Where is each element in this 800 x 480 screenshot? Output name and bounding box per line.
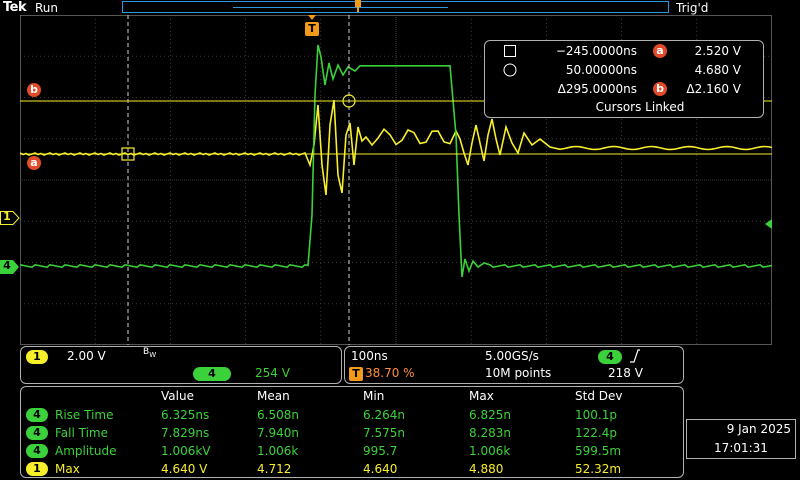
trigger-position[interactable]: 38.70 % [365,366,415,380]
meas-row-1-mean: 7.940n [257,426,299,440]
meas-row-0-min: 6.264n [363,408,405,422]
meas-row-3-min: 4.640 [363,462,398,476]
trigger-position-marker[interactable]: T [304,15,320,37]
meas-row-1-value: 7.829ns [161,426,210,440]
cursor-a-volt: 2.520 V [694,44,741,58]
meas-row-1-std: 122.4p [575,426,617,440]
trigger-t-label: T [308,22,316,35]
ch1-scale[interactable]: 2.00 V [67,349,106,363]
meas-row-1-min: 7.575n [363,426,405,440]
cursor-b-badge: b [653,82,667,96]
cursors-linked-label: Cursors Linked [595,100,685,114]
timebase-panel[interactable]: 100ns 5.00GS/s T 38.70 % 10M points 4 21… [344,346,684,384]
ch1-marker-label: 1 [3,210,11,223]
meas-row-3-badge[interactable]: 1 [26,462,48,476]
ch1-ground-marker[interactable]: 1 [0,210,20,229]
meas-row-2-name[interactable]: Amplitude [55,442,117,460]
date: 9 Jan 2025 [726,422,791,436]
measurement-panel[interactable]: Value Mean Min Max Std Dev 4 Rise Time 6… [20,386,684,478]
cursor-b-time: 50.00000ns [565,63,637,77]
cursor-b-volt: 4.680 V [694,63,741,77]
square-cursor-icon [504,45,516,57]
cursor-b-marker[interactable]: b [27,83,41,97]
record-length[interactable]: 10M points [485,366,551,380]
meas-row-1-badge[interactable]: 4 [26,426,48,440]
record-view-line [233,7,448,8]
channel-scale-panel[interactable]: 1 2.00 V BW 4 254 V [20,346,342,384]
cursor-a-badge: a [653,44,667,58]
ch4-ground-marker[interactable]: 4 [0,259,20,278]
meas-row-2-min: 995.7 [363,444,398,458]
meas-row-2-max: 1.006k [469,444,511,458]
cursor-a-time: −245.0000ns [555,44,637,58]
trigger-position-icon: T [349,367,363,381]
cursor-delta-volt: Δ2.160 V [686,82,741,96]
ch1-badge[interactable]: 1 [26,350,48,364]
circle-cursor-icon [503,63,517,77]
time: 17:01:31 [714,441,768,455]
acquisition-run-state[interactable]: Run [35,1,58,15]
date-time-box[interactable]: 9 Jan 2025 17:01:31 [686,419,796,459]
ch4-scale[interactable]: 254 V [255,366,290,380]
record-view-bar[interactable] [122,1,669,13]
meas-row-0-value: 6.325ns [161,408,210,422]
meas-row-2-value: 1.006kV [161,444,211,458]
meas-row-0-badge[interactable]: 4 [26,408,48,422]
meas-row-2-badge[interactable]: 4 [26,444,48,458]
cursor-readout-panel[interactable]: −245.0000ns a 2.520 V 50.00000ns 4.680 V… [484,40,764,118]
meas-row-0-mean: 6.508n [257,408,299,422]
cursor-delta-time: Δ295.0000ns [557,82,637,96]
meas-row-3-mean: 4.712 [257,462,292,476]
trigger-status: Trig'd [676,1,709,15]
header-mean: Mean [257,389,290,403]
ch4-marker-label: 4 [3,259,11,272]
meas-row-3-std: 52.32m [575,462,622,476]
meas-row-0-name[interactable]: Rise Time [55,406,114,424]
bw-sublabel: W [149,350,157,359]
ch4-badge[interactable]: 4 [193,367,231,381]
header-std-dev: Std Dev [575,389,623,403]
meas-row-2-mean: 1.006k [257,444,299,458]
meas-row-1-name[interactable]: Fall Time [55,424,108,442]
trigger-level[interactable]: 218 V [608,366,643,380]
meas-row-2-std: 599.5m [575,444,622,458]
trigger-source-badge[interactable]: 4 [598,350,622,364]
header-max: Max [469,389,494,403]
sample-rate: 5.00GS/s [485,349,539,363]
meas-row-3-max: 4.880 [469,462,504,476]
cursor-a-marker[interactable]: a [27,156,41,170]
meas-row-3-value: 4.640 V [161,462,208,476]
meas-row-0-max: 6.825n [469,408,511,422]
brand-logo: Tek [3,0,27,15]
record-trigger-marker-icon [355,0,361,12]
bandwidth-limit-icon: BW [143,347,156,359]
meas-row-3-name[interactable]: Max [55,460,80,478]
header-min: Min [363,389,385,403]
horizontal-scale[interactable]: 100ns [351,349,388,363]
header-value: Value [161,389,194,403]
rising-edge-icon [630,349,640,363]
meas-row-1-max: 8.283n [469,426,511,440]
meas-row-0-std: 100.1p [575,408,617,422]
